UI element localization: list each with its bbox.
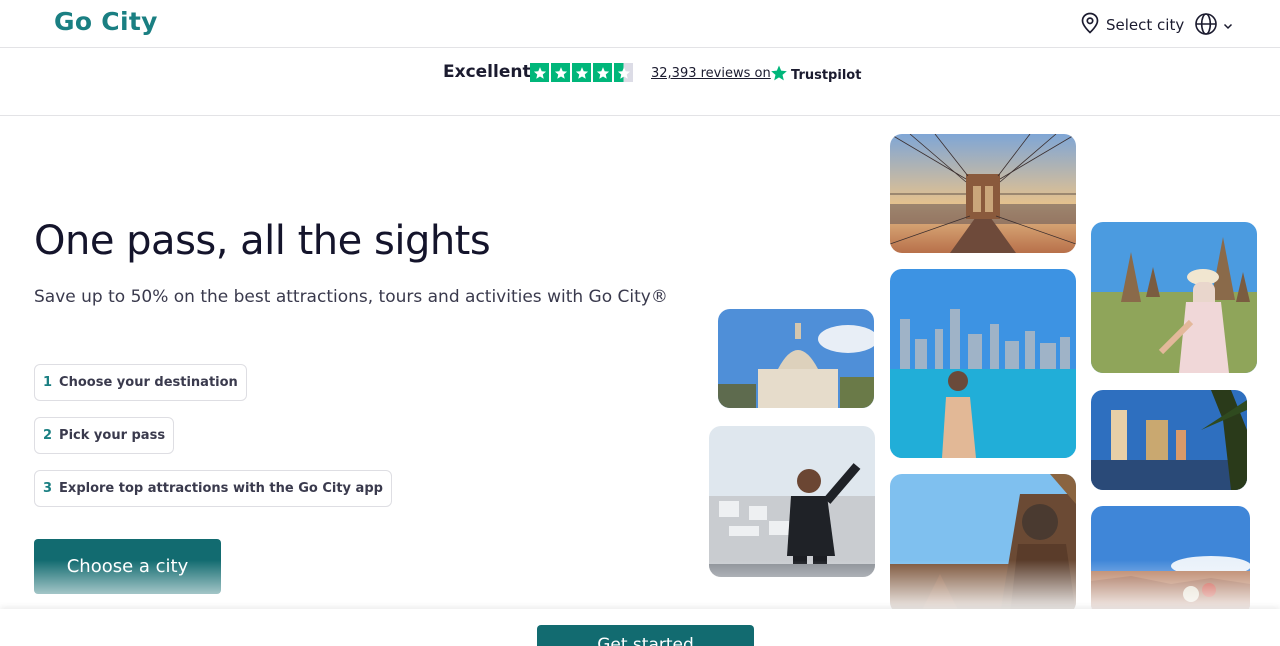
select-city-button[interactable]: Select city [1080, 12, 1184, 38]
step-2: 2 Pick your pass [34, 417, 175, 454]
photo-las-vegas [1091, 390, 1247, 490]
star-icon [551, 63, 570, 82]
photo-thailand-temples [1091, 222, 1257, 373]
go-city-logo[interactable]: Go City [54, 7, 158, 36]
step-1: 1 Choose your destination [34, 364, 247, 401]
trustpilot-brand-label: Trustpilot [791, 67, 862, 83]
step-label: Explore top attractions with the Go City… [59, 481, 383, 496]
step-label: Choose your destination [59, 375, 238, 390]
step-number: 3 [43, 481, 53, 496]
site-header: Go City Select city [0, 0, 1280, 48]
globe-icon [1194, 12, 1218, 40]
select-city-label: Select city [1106, 16, 1185, 34]
trustpilot-rating-word: Excellent [443, 62, 531, 82]
star-icon [572, 63, 591, 82]
photo-brooklyn-bridge [890, 134, 1076, 253]
sticky-bottom-bar: Get started [0, 609, 1280, 646]
bottom-fade [0, 560, 1280, 610]
trustpilot-stars [530, 63, 633, 82]
half-star-icon [614, 63, 633, 82]
trustpilot-reviews-link[interactable]: 32,393 reviews on [651, 66, 771, 81]
star-icon [593, 63, 612, 82]
hero-subtitle: Save up to 50% on the best attractions, … [34, 287, 668, 307]
step-3: 3 Explore top attractions with the Go Ci… [34, 470, 392, 507]
step-number: 2 [43, 428, 53, 443]
photo-st-pauls-cathedral [718, 309, 874, 408]
trustpilot-brand[interactable]: Trustpilot [770, 64, 861, 86]
step-number: 1 [43, 375, 53, 390]
photo-chicago-skyline [890, 269, 1076, 458]
hero-title: One pass, all the sights [34, 218, 491, 264]
trustpilot-bar: Excellent 32,393 reviews on Trustpilot [0, 48, 1280, 116]
chevron-down-icon [1222, 17, 1234, 36]
get-started-button[interactable]: Get started [537, 625, 754, 646]
star-icon [530, 63, 549, 82]
location-pin-icon [1080, 12, 1100, 38]
step-label: Pick your pass [59, 428, 166, 443]
photo-traveller-selfie [709, 426, 875, 577]
language-selector[interactable] [1194, 12, 1234, 40]
trustpilot-star-icon [770, 64, 788, 86]
